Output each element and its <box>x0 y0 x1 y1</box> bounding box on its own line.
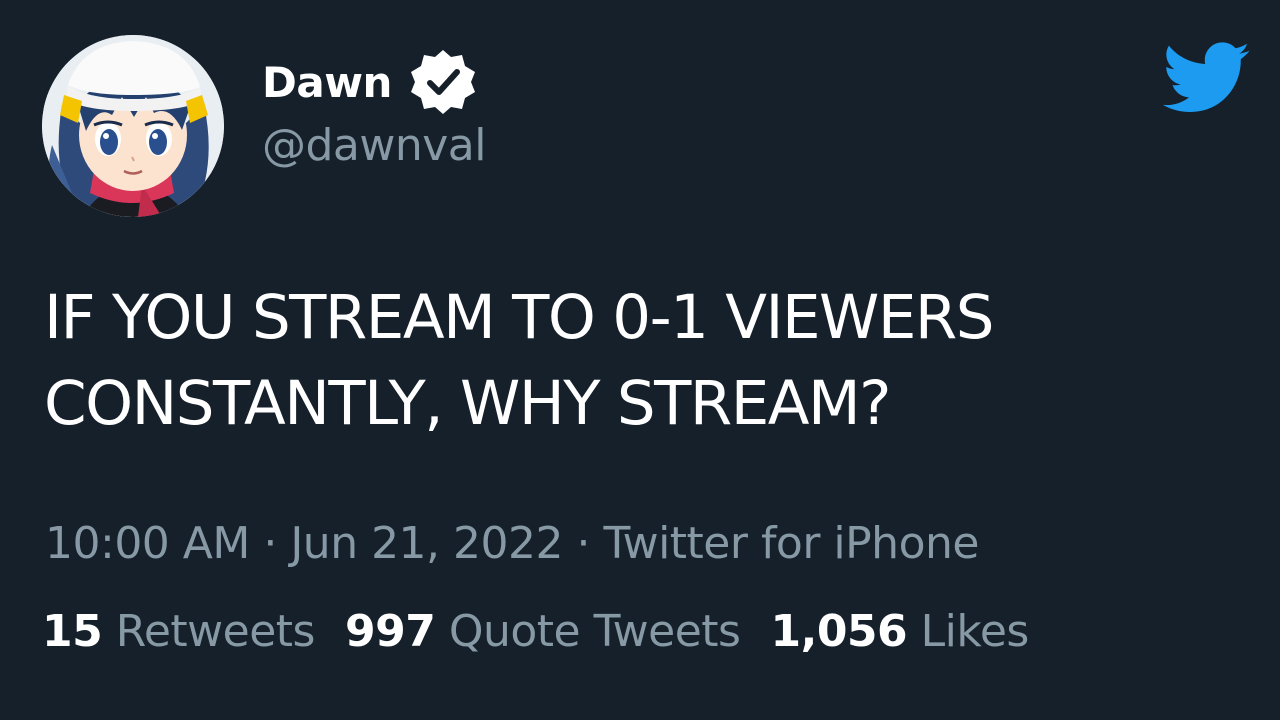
display-name-row: Dawn <box>262 50 478 114</box>
quote-tweets-label: Quote Tweets <box>448 606 741 657</box>
tweet-date[interactable]: Jun 21, 2022 <box>290 518 563 569</box>
avatar-image <box>42 35 224 217</box>
likes-count: 1,056 <box>770 606 908 657</box>
tweet-text: IF YOU STREAM TO 0-1 VIEWERS CONSTANTLY,… <box>44 275 1244 447</box>
likes-stat[interactable]: 1,056 Likes <box>770 606 1030 657</box>
quote-tweets-count: 997 <box>344 606 436 657</box>
tweet-card: Dawn @dawnval IF YOU STREAM TO 0-1 VIEWE… <box>0 0 1280 720</box>
retweets-label: Retweets <box>115 606 316 657</box>
meta-separator: · <box>249 518 291 569</box>
tweet-time[interactable]: 10:00 AM <box>45 518 250 569</box>
tweet-text-line-1: IF YOU STREAM TO 0-1 VIEWERS <box>44 282 995 353</box>
verified-badge-icon <box>408 47 478 117</box>
tweet-source[interactable]: Twitter for iPhone <box>603 518 979 569</box>
tweet-text-line-2: CONSTANTLY, WHY STREAM? <box>44 368 892 439</box>
retweets-count: 15 <box>42 606 103 657</box>
user-handle[interactable]: @dawnval <box>262 120 487 171</box>
twitter-bird-icon <box>1162 42 1251 116</box>
tweet-stats: 15 Retweets 997 Quote Tweets 1,056 Likes <box>42 606 1029 657</box>
avatar[interactable] <box>42 35 224 217</box>
tweet-metadata: 10:00 AM · Jun 21, 2022 · Twitter for iP… <box>45 518 979 569</box>
likes-label: Likes <box>920 606 1030 657</box>
meta-separator: · <box>563 518 604 569</box>
display-name[interactable]: Dawn <box>262 58 392 107</box>
retweets-stat[interactable]: 15 Retweets <box>42 606 315 657</box>
quote-tweets-stat[interactable]: 997 Quote Tweets <box>345 606 741 657</box>
